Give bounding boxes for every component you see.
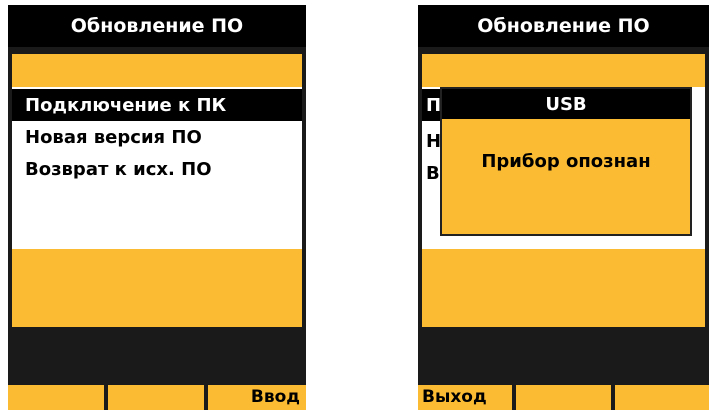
status-gap <box>418 327 709 385</box>
usb-dialog: USB Прибор опознан <box>440 87 692 236</box>
right-device-screen: Обновление ПО П Н В USB Прибор опознан В… <box>418 5 709 410</box>
dialog-message: Прибор опознан <box>481 151 651 172</box>
screen-title: Обновление ПО <box>418 5 709 47</box>
softkey-2[interactable] <box>108 385 204 410</box>
enter-softkey[interactable]: Ввод <box>208 385 306 410</box>
softkey-bar: Ввод <box>8 385 306 410</box>
softkey-bar: Выход <box>418 385 709 410</box>
screen-title: Обновление ПО <box>8 5 306 47</box>
top-band <box>12 54 302 87</box>
menu-item-connect-pc[interactable]: Подключение к ПК <box>12 89 302 121</box>
dialog-title: USB <box>442 89 690 119</box>
top-band <box>422 54 705 87</box>
bottom-band <box>12 249 302 327</box>
menu-item-new-version[interactable]: Новая версия ПО <box>12 121 302 153</box>
menu-item-peek-3: В <box>426 163 440 184</box>
menu-area: Подключение к ПК Новая версия ПО Возврат… <box>12 87 302 249</box>
softkey-2[interactable] <box>516 385 611 410</box>
softkey-1[interactable] <box>8 385 104 410</box>
softkey-3[interactable] <box>614 385 709 410</box>
bottom-band <box>422 249 705 327</box>
left-device-screen: Обновление ПО Подключение к ПК Новая вер… <box>8 5 306 410</box>
menu-item-peek-2: Н <box>426 131 442 152</box>
menu-item-restore-original[interactable]: Возврат к исх. ПО <box>12 153 302 185</box>
status-gap <box>8 327 306 385</box>
exit-softkey[interactable]: Выход <box>418 385 513 410</box>
